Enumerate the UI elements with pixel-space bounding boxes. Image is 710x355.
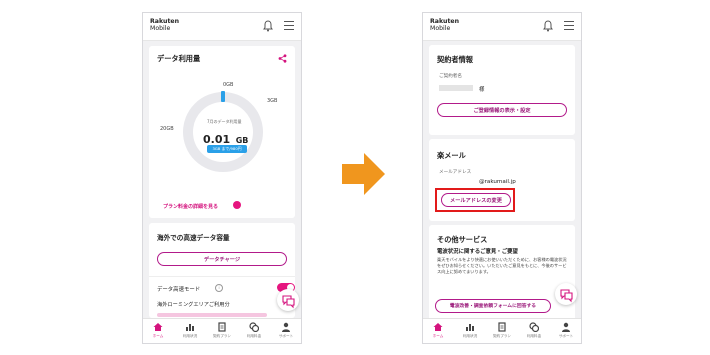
hamburger-menu-icon[interactable] <box>284 21 294 31</box>
rakuten-mobile-logo[interactable]: Rakuten Mobile <box>430 18 459 32</box>
tab-plan[interactable]: 契約プラン <box>207 322 237 339</box>
tab-support[interactable]: サポート <box>551 322 581 339</box>
right-phone-screen: Rakuten Mobile 契約者情報 ご契約者名 様 ご登録情報の表示・設定… <box>422 12 582 344</box>
bell-icon[interactable] <box>263 20 273 32</box>
bar-chart-icon <box>186 324 194 331</box>
app-header: Rakuten Mobile <box>423 13 581 41</box>
coins-icon <box>249 322 259 332</box>
tab-usage[interactable]: 利用状況 <box>455 322 485 339</box>
home-icon <box>433 323 443 331</box>
mail-title: 楽メール <box>437 151 466 160</box>
bar-chart-icon <box>466 324 474 331</box>
raku-mail-card: 楽メール メールアドレス @rakumail.jp メールアドレスの変更 <box>429 139 575 221</box>
gauge-label-top: 0GB <box>223 82 234 88</box>
registration-info-button[interactable]: ご登録情報の表示・設定 <box>437 103 567 117</box>
chat-button[interactable] <box>555 283 577 305</box>
logo-line2: Mobile <box>150 24 171 32</box>
other-services-title: その他サービス <box>437 235 488 244</box>
share-icon[interactable] <box>278 54 287 63</box>
usage-unit: GB <box>235 136 249 145</box>
chat-icon <box>560 289 573 303</box>
chat-icon <box>282 295 295 309</box>
tab-usage-label: 利用状況 <box>182 334 198 338</box>
contract-title: 契約者情報 <box>437 55 473 64</box>
price-badge: 3GB まで/980円 <box>207 145 247 153</box>
other-services-card: その他サービス 電波状況に関するご意見・ご要望 楽天モバイルをより快適にお使いい… <box>429 225 575 321</box>
roaming-usage-label: 海外ローミングエリアご利用分 <box>157 302 230 308</box>
survey-text: 楽天モバイルをより快適にお使いいただくために、お客様の電波状況をぜひお知らせくだ… <box>437 257 567 274</box>
app-header: Rakuten Mobile <box>143 13 301 41</box>
contract-info-card: 契約者情報 ご契約者名 様 ご登録情報の表示・設定 <box>429 45 575 135</box>
tab-plan-label: 契約プラン <box>493 334 511 338</box>
person-icon <box>282 322 290 332</box>
left-phone-screen: Rakuten Mobile データ利用量 0GB 3GB 20GB 7月のデー… <box>142 12 302 344</box>
arrow-right-icon <box>342 153 385 195</box>
document-icon <box>498 322 506 332</box>
bottom-tab-bar: ホーム 利用状況 契約プラン 利用料金 サポート <box>423 318 581 343</box>
tab-billing[interactable]: 利用料金 <box>519 322 549 339</box>
bell-icon[interactable] <box>543 20 553 32</box>
gauge-label-right: 3GB <box>267 98 278 104</box>
overseas-title: 海外での高速データ容量 <box>157 234 230 242</box>
contract-name-label: ご契約者名 <box>439 74 462 79</box>
hamburger-menu-icon[interactable] <box>564 21 574 31</box>
data-usage-card: データ利用量 0GB 3GB 20GB 7月のデータ利用量 0.01 GB 3G… <box>149 46 295 218</box>
rakuten-mobile-logo[interactable]: Rakuten Mobile <box>150 18 179 32</box>
tab-home-label: ホーム <box>152 334 164 338</box>
logo-line2: Mobile <box>430 24 451 32</box>
mail-address: @rakumail.jp <box>479 179 516 185</box>
tab-home[interactable]: ホーム <box>143 322 173 339</box>
tab-support[interactable]: サポート <box>271 322 301 339</box>
contract-name-redacted <box>439 85 473 91</box>
tab-home-label: ホーム <box>432 334 444 338</box>
person-icon <box>562 322 570 332</box>
home-icon <box>153 323 163 331</box>
tab-usage-label: 利用状況 <box>462 334 478 338</box>
plan-link-dot <box>233 201 241 209</box>
survey-form-button[interactable]: 電波改善・調査依頼フォームに回答する <box>435 299 551 313</box>
gauge-label-left: 20GB <box>160 126 174 132</box>
tab-billing[interactable]: 利用料金 <box>239 322 269 339</box>
mail-address-label: メールアドレス <box>439 170 472 175</box>
tab-support-label: サポート <box>558 334 574 338</box>
overseas-data-card: 海外での高速データ容量 データチャージ データ高速モード i 海外ローミングエリ… <box>149 223 295 318</box>
data-usage-title: データ利用量 <box>157 54 201 63</box>
bottom-tab-bar: ホーム 利用状況 契約プラン 利用料金 サポート <box>143 318 301 343</box>
highlight-box <box>435 188 515 212</box>
plan-detail-link[interactable]: プラン料金の詳細を見る <box>163 203 218 210</box>
month-usage-label: 7月のデータ利用量 <box>207 119 242 124</box>
honorific: 様 <box>479 87 485 93</box>
survey-title: 電波状況に関するご意見・ご要望 <box>437 249 518 255</box>
roaming-bar <box>157 313 267 317</box>
tab-home[interactable]: ホーム <box>423 322 453 339</box>
tab-usage[interactable]: 利用状況 <box>175 322 205 339</box>
data-charge-button[interactable]: データチャージ <box>157 252 287 266</box>
coins-icon <box>529 322 539 332</box>
high-speed-mode-label: データ高速モード <box>157 287 201 293</box>
tab-billing-label: 利用料金 <box>526 334 542 338</box>
document-icon <box>218 322 226 332</box>
info-icon[interactable]: i <box>215 284 223 292</box>
tab-plan[interactable]: 契約プラン <box>487 322 517 339</box>
chat-button[interactable] <box>277 289 299 311</box>
tab-billing-label: 利用料金 <box>246 334 262 338</box>
tab-plan-label: 契約プラン <box>213 334 231 338</box>
tab-support-label: サポート <box>278 334 294 338</box>
divider <box>149 276 295 277</box>
